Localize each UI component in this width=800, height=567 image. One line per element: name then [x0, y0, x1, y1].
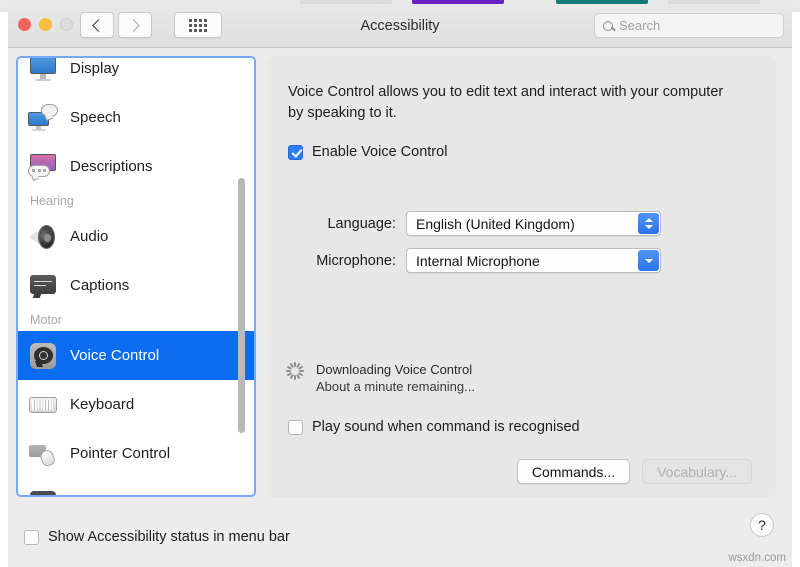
switch-control-icon	[28, 488, 58, 495]
spinner-icon	[286, 362, 304, 380]
display-icon	[28, 58, 58, 84]
search-icon	[603, 20, 613, 31]
language-label: Language:	[327, 215, 396, 232]
microphone-value: Internal Microphone	[416, 252, 540, 269]
sidebar-item-descriptions[interactable]: Descriptions	[18, 142, 254, 191]
download-status: Downloading Voice Control About a minute…	[286, 361, 475, 395]
language-select[interactable]: English (United Kingdom)	[406, 211, 661, 236]
sidebar-item-label: Voice Control	[70, 347, 160, 364]
captions-icon	[28, 271, 58, 301]
search-input[interactable]: Search	[594, 13, 784, 38]
sidebar-item-speech[interactable]: Speech	[18, 93, 254, 142]
watermark: wsxdn.com	[728, 552, 786, 564]
sidebar-item-switch-control[interactable]: Switch Control	[18, 478, 254, 495]
download-subtitle: About a minute remaining...	[316, 379, 475, 394]
sidebar-item-pointer-control[interactable]: Pointer Control	[18, 429, 254, 478]
sidebar[interactable]: Display Speech Descriptions Hearing Audi…	[16, 56, 256, 497]
sidebar-item-label: Display	[70, 60, 120, 77]
panel-buttons: Commands... Vocabulary...	[516, 459, 752, 484]
checkbox-unchecked-icon	[24, 529, 39, 545]
help-button[interactable]: ?	[750, 513, 774, 537]
speech-icon	[28, 103, 58, 133]
sidebar-item-keyboard[interactable]: Keyboard	[18, 380, 254, 429]
sidebar-item-captions[interactable]: Captions	[18, 261, 254, 310]
keyboard-icon	[28, 390, 58, 420]
sidebar-group-motor: Motor	[30, 313, 62, 327]
sidebar-group-hearing: Hearing	[30, 194, 74, 208]
sidebar-item-display[interactable]: Display	[18, 58, 254, 93]
sidebar-item-label: Switch Control	[70, 494, 167, 495]
sidebar-scrollbar-thumb[interactable]	[238, 178, 245, 433]
microphone-select[interactable]: Internal Microphone	[406, 248, 661, 273]
checkbox-unchecked-icon	[288, 419, 303, 435]
descriptions-icon	[28, 152, 58, 182]
sidebar-item-label: Keyboard	[70, 396, 135, 413]
microphone-row: Microphone: Internal Microphone	[288, 248, 661, 273]
checkbox-checked-icon	[288, 144, 303, 160]
vocabulary-button: Vocabulary...	[642, 459, 752, 484]
audio-icon	[28, 222, 58, 252]
chevron-down-icon	[638, 250, 659, 271]
sidebar-item-audio[interactable]: Audio	[18, 212, 254, 261]
chevron-up-down-icon	[638, 213, 659, 234]
commands-button[interactable]: Commands...	[516, 459, 631, 484]
sidebar-item-label: Speech	[70, 109, 121, 126]
window-body: Display Speech Descriptions Hearing Audi…	[8, 48, 792, 567]
show-accessibility-status-checkbox[interactable]: Show Accessibility status in menu bar	[24, 529, 290, 545]
sidebar-item-voice-control[interactable]: Voice Control	[18, 331, 254, 380]
sidebar-item-label: Audio	[70, 228, 109, 245]
play-sound-label: Play sound when command is recognised	[312, 419, 580, 435]
preferences-window: Accessibility Search Display Speech Desc…	[8, 4, 792, 567]
show-accessibility-status-label: Show Accessibility status in menu bar	[48, 529, 290, 545]
enable-voice-control-checkbox[interactable]: Enable Voice Control	[288, 144, 447, 160]
panel-description: Voice Control allows you to edit text an…	[288, 84, 724, 121]
enable-voice-control-label: Enable Voice Control	[312, 144, 448, 160]
sidebar-item-label: Captions	[70, 277, 130, 294]
download-title: Downloading Voice Control	[316, 362, 473, 377]
sidebar-item-label: Descriptions	[70, 158, 153, 175]
voice-control-panel: Voice Control allows you to edit text an…	[268, 56, 776, 497]
pointer-control-icon	[28, 439, 58, 469]
language-row: Language: English (United Kingdom)	[288, 211, 661, 236]
language-value: English (United Kingdom)	[416, 215, 575, 232]
window-titlebar: Accessibility Search	[8, 4, 792, 48]
play-sound-checkbox[interactable]: Play sound when command is recognised	[288, 419, 580, 435]
sidebar-scrollbar[interactable]	[238, 58, 250, 495]
sidebar-list: Display Speech Descriptions Hearing Audi…	[18, 58, 254, 495]
microphone-label: Microphone:	[316, 252, 396, 269]
voice-control-icon	[28, 341, 58, 371]
search-placeholder: Search	[619, 18, 661, 33]
sidebar-item-label: Pointer Control	[70, 445, 171, 462]
